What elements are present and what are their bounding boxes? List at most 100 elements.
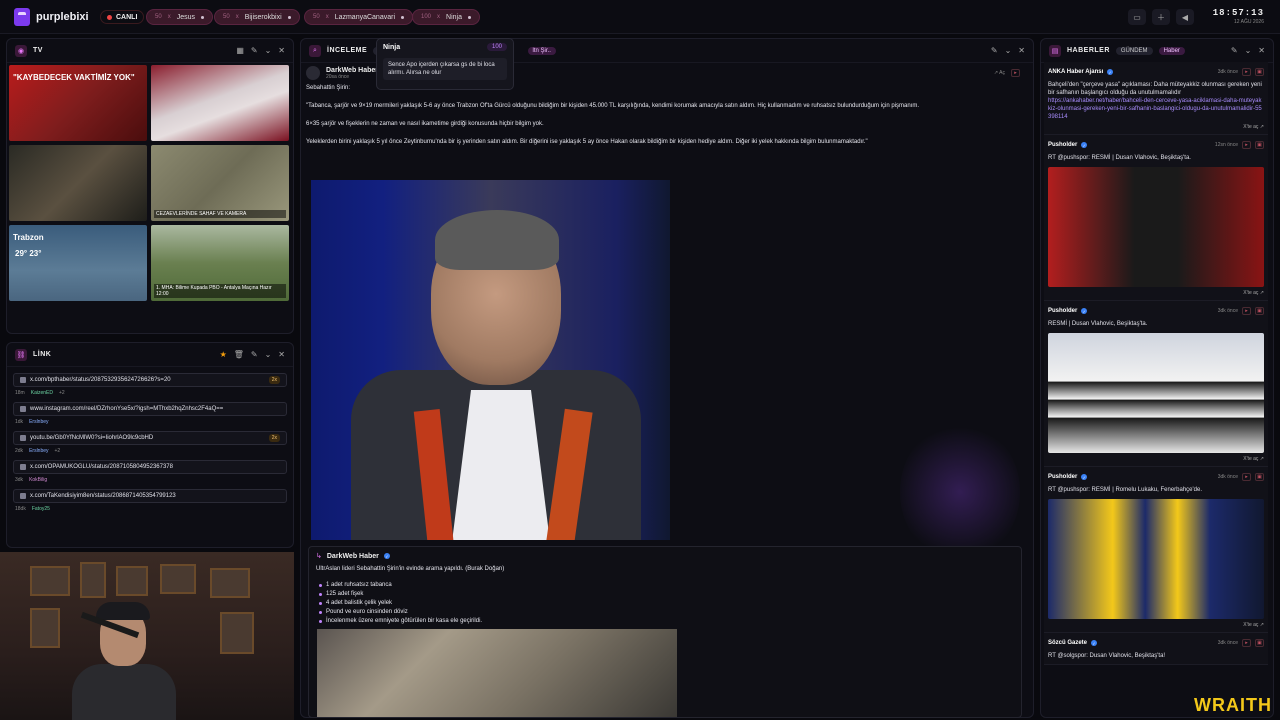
share-icon[interactable]: ▣ — [1255, 307, 1264, 315]
news-ago: 12sn önce — [1214, 142, 1238, 148]
link-url-box[interactable]: www.instagram.com/reel/DZrhonYse5x/?igsh… — [13, 402, 287, 416]
screen-icon[interactable]: ▭ — [1128, 9, 1146, 25]
pill-count: 100 — [421, 14, 432, 20]
link-ago: 1dk — [15, 419, 24, 425]
top-pill[interactable]: 50 x Jesus — [146, 9, 213, 25]
post-author[interactable]: DarkWeb Haber — [327, 553, 379, 560]
news-source[interactable]: Pusholder — [1048, 142, 1077, 148]
close-icon[interactable]: ✕ — [1018, 46, 1025, 55]
open-on-x-link[interactable]: X'te aç ↗ — [1048, 456, 1264, 462]
tab-haber[interactable]: Haber — [1158, 46, 1185, 55]
trash-icon[interactable]: 🗑 — [234, 350, 244, 359]
news-image[interactable] — [1048, 333, 1264, 453]
filter-tag[interactable]: ltn Şir.. — [527, 46, 556, 55]
pill-count: 50 — [155, 14, 162, 20]
open-on-x-link[interactable]: X'te aç ↗ — [1048, 290, 1264, 296]
tv-tile[interactable]: "KAYBEDECEK VAKTİMİZ YOK" — [9, 65, 147, 141]
wall-frame — [210, 568, 250, 598]
top-pill[interactable]: 100 x Ninja — [412, 9, 480, 25]
grid-icon[interactable]: ▦ — [236, 46, 244, 55]
link-meta: 2dk Erslnbey +2 — [13, 448, 287, 454]
close-icon[interactable]: ✕ — [278, 46, 285, 55]
link-url-box[interactable]: youtu.be/Gb0YfNcMlW0?si=IiohrlAO9lc9cbHD… — [13, 431, 287, 445]
edit-icon[interactable]: ✎ — [991, 46, 998, 55]
wall-frame — [220, 612, 254, 654]
open-on-x-link[interactable]: X'te aç ↗ — [1048, 124, 1264, 130]
watermark: WRAITH — [1194, 695, 1272, 715]
post-image[interactable] — [317, 629, 677, 717]
add-icon[interactable]: ＋ — [1152, 9, 1170, 25]
share-icon[interactable]: ▣ — [1255, 473, 1264, 481]
post-list: 1 adet ruhsatsız tabanca 125 adet fişek … — [316, 581, 1014, 626]
link-user[interactable]: KaizenED — [31, 390, 53, 396]
edit-icon[interactable]: ✎ — [251, 46, 258, 55]
pill-dot-icon — [287, 15, 291, 19]
open-link[interactable]: ↗ Aç — [994, 70, 1005, 76]
link-extra: +2 — [54, 448, 61, 454]
wall-frame — [116, 566, 148, 596]
link-url: youtu.be/Gb0YfNcMlW0?si=IiohrlAO9lc9cbHD — [30, 435, 154, 441]
pill-x-label: x — [437, 14, 441, 20]
share-icon[interactable]: ▣ — [1255, 68, 1264, 76]
link-url-box[interactable]: x.com/OPAMUKOGLU/status/2087105804952367… — [13, 460, 287, 474]
open-on-x-link[interactable]: X'te aç ↗ — [1048, 622, 1264, 628]
news-source[interactable]: ANKA Haber Ajansı — [1048, 69, 1103, 75]
bookmark-icon[interactable]: ▸ — [1242, 473, 1251, 481]
news-source[interactable]: Pusholder — [1048, 474, 1077, 480]
bookmark-icon[interactable]: ▸ — [1242, 639, 1251, 647]
list-item: youtu.be/Gb0YfNcMlW0?si=IiohrlAO9lc9cbHD… — [13, 431, 287, 454]
link-user[interactable]: Fatoy25 — [32, 506, 50, 512]
list-item: x.com/bpthaber/status/208753293562472662… — [13, 373, 287, 396]
link-icon: ⛓ — [15, 348, 27, 361]
news-image[interactable] — [1048, 499, 1264, 619]
news-image[interactable] — [1048, 167, 1264, 287]
link-url-box[interactable]: x.com/TaKendisiyim8en/status/20868714053… — [13, 489, 287, 503]
star-icon[interactable]: ★ — [220, 350, 227, 359]
volume-icon[interactable]: ◀ — [1176, 9, 1194, 25]
news-link[interactable]: https://ankahaber.net/haber/bahceli-den-… — [1048, 97, 1264, 121]
app-logo[interactable]: purplebixi — [14, 8, 89, 26]
share-icon[interactable]: ▣ — [1255, 141, 1264, 149]
bookmark-icon[interactable]: ▸ — [1011, 69, 1020, 77]
link-icon — [20, 464, 26, 470]
link-user[interactable]: KokBilig — [29, 477, 47, 483]
bookmark-icon[interactable]: ▸ — [1242, 141, 1251, 149]
close-icon[interactable]: ✕ — [278, 350, 285, 359]
close-icon[interactable]: ✕ — [1258, 46, 1265, 55]
tv-tile[interactable]: Trabzon 29° 23° — [9, 225, 147, 301]
chevron-down-icon[interactable]: ⌄ — [1005, 46, 1012, 55]
tv-grid: "KAYBEDECEK VAKTİMİZ YOK" CEZAEVLERİNDE … — [9, 65, 293, 301]
link-user[interactable]: Erslnbey — [29, 419, 48, 425]
bookmark-icon[interactable]: ▸ — [1242, 307, 1251, 315]
chevron-down-icon[interactable]: ⌄ — [265, 350, 272, 359]
post-paragraph: "Tabanca, şarjör ve 9×19 mermileri yakla… — [306, 103, 920, 109]
tab-gundem[interactable]: GÜNDEM — [1115, 46, 1153, 55]
tv-panel: ◉ TV ▦ ✎ ⌄ ✕ "KAYBEDECEK VAKTİMİZ YOK" C… — [6, 38, 294, 334]
link-ago: 18m — [15, 390, 25, 396]
bookmark-icon[interactable]: ▸ — [1242, 68, 1251, 76]
chevron-down-icon[interactable]: ⌄ — [1245, 46, 1252, 55]
tv-tile[interactable]: CEZAEVLERİNDE SAHAF VE KAMERA — [151, 145, 289, 221]
news-source[interactable]: Pusholder — [1048, 308, 1077, 314]
chevron-down-icon[interactable]: ⌄ — [265, 46, 272, 55]
edit-icon[interactable]: ✎ — [1231, 46, 1238, 55]
post-image[interactable] — [311, 180, 670, 540]
tv-tile[interactable] — [9, 145, 147, 221]
tv-tile[interactable] — [151, 65, 289, 141]
post-paragraph: Yeleklerden birini yaklaşık 5 yıl önce Z… — [306, 139, 868, 145]
tv-tile[interactable]: 1. MHA: Bilime Kupada PBO - Antalya Maçı… — [151, 225, 289, 301]
panel-controls: ▦ ✎ ⌄ ✕ — [236, 46, 285, 55]
link-url-box[interactable]: x.com/bpthaber/status/208753293562472662… — [13, 373, 287, 387]
webcam-overlay — [0, 552, 294, 720]
list-item: www.instagram.com/reel/DZrhonYse5x/?igsh… — [13, 402, 287, 425]
edit-icon[interactable]: ✎ — [251, 350, 258, 359]
top-pill[interactable]: 50 x Bijiserokbixi — [214, 9, 300, 25]
news-ago: 3dk önce — [1217, 474, 1238, 480]
share-icon[interactable]: ▣ — [1255, 639, 1264, 647]
news-source[interactable]: Sözcü Gazete — [1048, 640, 1087, 646]
link-panel-title: LİNK — [33, 351, 52, 358]
pill-dot-icon — [200, 15, 204, 19]
link-user[interactable]: Erslnbey — [29, 448, 48, 454]
top-pill[interactable]: 50 x LazmanyaCanavari — [304, 9, 413, 25]
post-author[interactable]: DarkWeb Haber — [326, 67, 378, 74]
